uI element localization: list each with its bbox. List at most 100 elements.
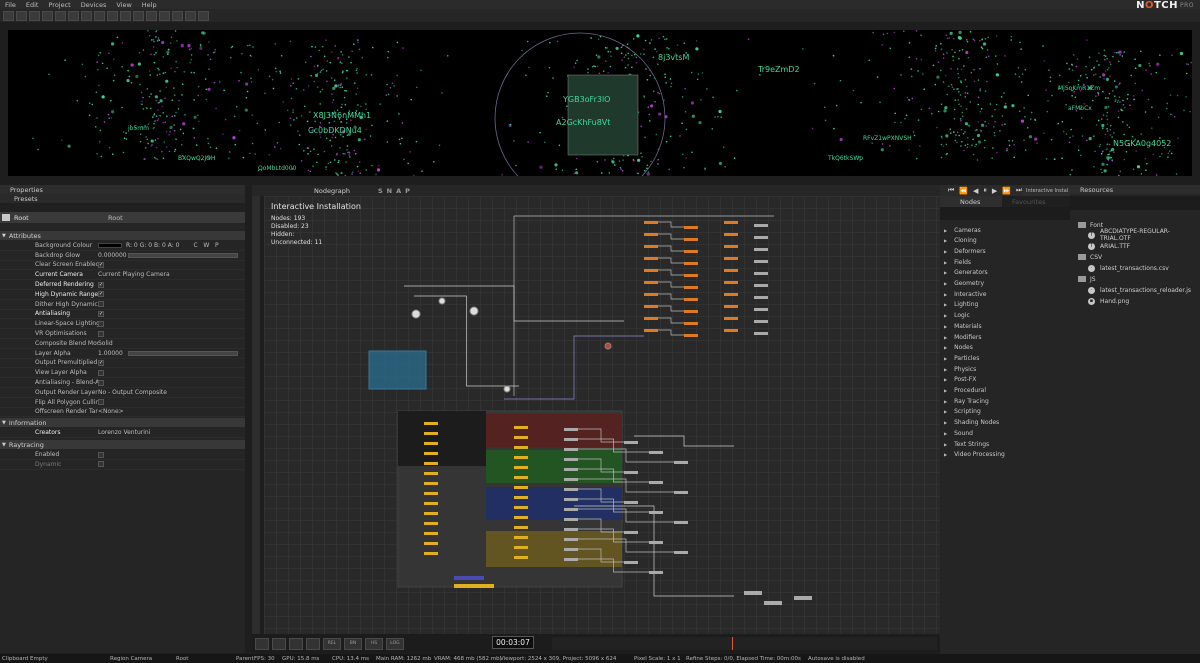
attribute-value[interactable] (98, 369, 245, 376)
dropdown-value[interactable]: No - Output Composite (98, 389, 167, 396)
nodes-search-input[interactable] (940, 207, 1070, 220)
attribute-checkbox[interactable] (98, 301, 104, 308)
menu-help[interactable]: Help (137, 1, 162, 9)
snap-toggle[interactable]: SNAP (378, 187, 414, 195)
skip-start-icon[interactable]: ⏮ (948, 186, 954, 195)
attribute-value[interactable] (98, 301, 245, 308)
timeline-ruler[interactable] (552, 637, 937, 650)
menu-view[interactable]: View (111, 1, 136, 9)
node-category-item[interactable]: ▶ Generators (944, 268, 988, 278)
resource-file[interactable]: · latest_transactions_reloader.js (1088, 285, 1191, 295)
attribute-checkbox[interactable]: ✓ (98, 291, 104, 298)
nodegraph-canvas[interactable]: Interactive Installation Nodes: 193 Disa… (264, 196, 940, 634)
attribute-row[interactable]: Composite Blend Mode Solid (0, 339, 245, 349)
resource-file[interactable]: · latest_transactions.csv (1088, 263, 1169, 273)
mode-log-button[interactable]: LOG (386, 637, 404, 650)
attribute-value[interactable]: ✓ (98, 291, 245, 298)
info-value[interactable]: Lorenzo Venturini (98, 429, 245, 436)
attribute-row[interactable]: Linear-Space Lighting (0, 319, 245, 330)
resource-folder[interactable]: CSV (1078, 252, 1102, 262)
play-tool-icon[interactable] (107, 10, 118, 21)
menu-file[interactable]: File (0, 1, 21, 9)
attribute-row[interactable]: High Dynamic Range ✓ (0, 290, 245, 300)
presets-bar[interactable]: Presets (0, 194, 245, 203)
raytracing-checkbox[interactable] (98, 461, 104, 468)
attribute-value[interactable]: Solid (98, 340, 245, 347)
vr-tool-icon[interactable] (185, 10, 196, 21)
attributes-section[interactable]: ▼ Attributes (0, 231, 245, 240)
attribute-value[interactable] (98, 320, 245, 327)
tab-favourites[interactable]: Favourites (1002, 196, 1062, 207)
dropdown-value[interactable]: <None> (98, 408, 124, 415)
attribute-checkbox[interactable] (98, 369, 104, 376)
node-category-item[interactable]: ▶ Fields (944, 257, 971, 267)
menu-devices[interactable]: Devices (76, 1, 112, 9)
root-row[interactable]: Root Root (0, 212, 245, 223)
value-slider[interactable] (128, 350, 238, 356)
node-category-item[interactable]: ▶ Text Strings (944, 439, 989, 449)
camera-tool-icon[interactable] (81, 10, 92, 21)
loop-icon[interactable] (272, 637, 286, 650)
tab-nodes[interactable]: Nodes (940, 196, 1002, 207)
rewind-icon[interactable]: ⏪ (959, 187, 968, 195)
attribute-row[interactable]: VR Optimisations (0, 329, 245, 339)
attribute-checkbox[interactable] (98, 330, 104, 337)
render-viewport[interactable]: X8J3N6nMMh1 A2GcKhFu8Vt Cc0bDKDNu4 8j3vtsM Y… (8, 30, 1192, 176)
attribute-row[interactable]: Flip All Polygon Culling (0, 398, 245, 408)
attribute-value[interactable] (98, 330, 245, 337)
node-category-item[interactable]: ▶ Modifiers (944, 332, 981, 342)
camera-icon[interactable] (306, 637, 320, 650)
node-category-item[interactable]: ▶ Video Processing (944, 450, 1005, 460)
value-slider[interactable] (128, 252, 238, 258)
numeric-value[interactable]: 1.00000 (98, 350, 128, 357)
attribute-value[interactable]: ✓ (98, 359, 245, 366)
node-category-item[interactable]: ▶ Deformers (944, 246, 986, 256)
attribute-value[interactable]: 1.00000 (98, 350, 245, 357)
attribute-value[interactable]: ✓ (98, 281, 245, 288)
menu-edit[interactable]: Edit (21, 1, 44, 9)
attribute-checkbox[interactable]: ✓ (98, 310, 104, 317)
dropdown-value[interactable]: Current Playing Camera (98, 271, 170, 278)
dropdown-value[interactable]: Solid (98, 340, 113, 347)
attribute-row[interactable]: Deferred Rendering ✓ (0, 280, 245, 290)
raytracing-row[interactable]: Enabled (0, 450, 245, 460)
layers-tool-icon[interactable] (172, 10, 183, 21)
play-icon[interactable]: ▶ (992, 187, 997, 195)
node-category-item[interactable]: ▶ Geometry (944, 279, 984, 289)
raytracing-row[interactable]: Dynamic (0, 460, 245, 470)
node-category-item[interactable]: ▶ Sound (944, 428, 973, 438)
attribute-checkbox[interactable]: ✓ (98, 281, 104, 288)
node-category-item[interactable]: ▶ Cameras (944, 225, 981, 235)
attribute-row[interactable]: Antialiasing - Blend-Awa (0, 378, 245, 388)
snap-tool-icon[interactable] (133, 10, 144, 21)
resource-file[interactable]: T ARIAL.TTF (1088, 241, 1130, 251)
refresh-icon[interactable] (16, 10, 27, 21)
settings-tool-icon[interactable] (198, 10, 209, 21)
new-icon[interactable] (3, 10, 14, 21)
mode-rel-button[interactable]: REL (323, 637, 341, 650)
scale-tool-icon[interactable] (68, 10, 79, 21)
settings-icon[interactable] (255, 637, 269, 650)
root-checkbox[interactable] (2, 214, 10, 221)
attribute-checkbox[interactable]: ✓ (98, 359, 104, 366)
mode-bn-button[interactable]: BN (344, 637, 362, 650)
fast-forward-icon[interactable]: ⏩ (1002, 187, 1011, 195)
attribute-value[interactable]: 0.000000 (98, 252, 245, 259)
node-category-item[interactable]: ▶ Materials (944, 321, 982, 331)
resources-search-input[interactable] (1070, 196, 1200, 210)
move-tool-icon[interactable] (42, 10, 53, 21)
mode-hs-button[interactable]: HS (365, 637, 383, 650)
resource-file[interactable]: T ABCDIATYPE-REGULAR-TRIAL.OTF (1088, 228, 1200, 242)
node-category-item[interactable]: ▶ Shading Nodes (944, 418, 999, 428)
attribute-checkbox[interactable]: ✓ (98, 261, 104, 268)
attribute-row[interactable]: Background Colour R: 0 G: 0 B: 0 A: 0 C W … (0, 241, 245, 251)
attribute-value[interactable]: R: 0 G: 0 B: 0 A: 0 C W P (98, 242, 245, 249)
attribute-value[interactable]: No - Output Composite (98, 389, 245, 396)
information-section[interactable]: ▼ Information (0, 418, 245, 428)
color-mode-buttons[interactable]: C W P (193, 242, 218, 249)
light-tool-icon[interactable] (159, 10, 170, 21)
resource-folder[interactable]: JS (1078, 274, 1096, 284)
node-category-item[interactable]: ▶ Logic (944, 311, 970, 321)
raytracing-section[interactable]: ▼ Raytracing (0, 440, 245, 450)
attribute-row[interactable]: Antialiasing ✓ (0, 310, 245, 320)
